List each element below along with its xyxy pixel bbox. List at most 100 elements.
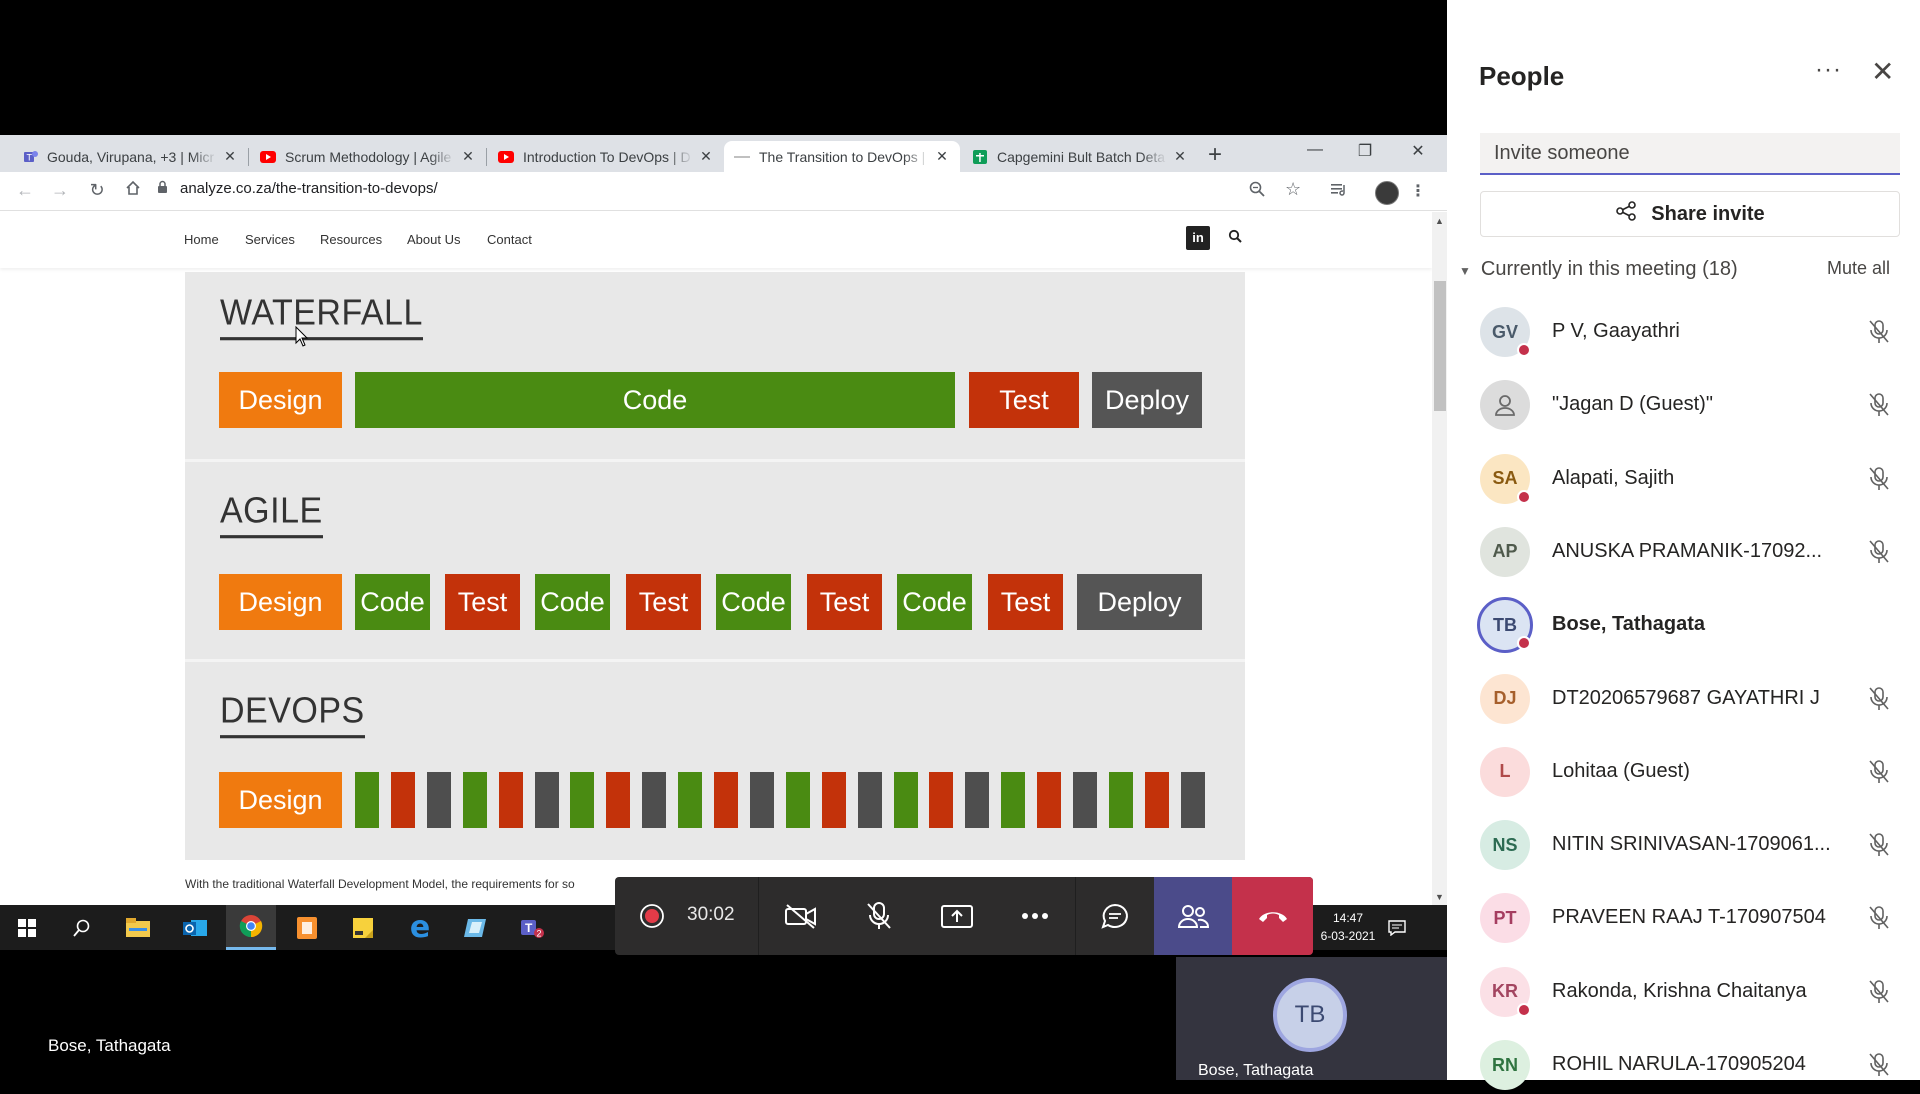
back-icon[interactable]: ← (14, 180, 36, 200)
media-queue-icon[interactable] (1330, 181, 1348, 202)
site-nav-resources[interactable]: Resources (320, 232, 382, 247)
participant-row[interactable]: GV P V, Gaayathri (1480, 303, 1900, 361)
page-scrollbar[interactable]: ▲ ▼ (1432, 212, 1447, 905)
participant-row[interactable]: "Jagan D (Guest)" (1480, 376, 1900, 434)
close-icon[interactable]: ✕ (1172, 148, 1188, 164)
mic-muted-icon[interactable] (1868, 539, 1890, 570)
mic-muted-icon[interactable] (1868, 392, 1890, 423)
system-clock[interactable]: 14:47 6-03-2021 (1318, 909, 1378, 945)
close-icon[interactable]: ✕ (698, 148, 714, 164)
in-meeting-section-header[interactable]: ▼ Currently in this meeting (18) (1459, 258, 1738, 281)
mic-muted-icon[interactable] (1868, 319, 1890, 350)
powerpoint-icon[interactable] (282, 905, 332, 950)
new-tab-button[interactable]: + (1208, 143, 1222, 167)
site-nav-services[interactable]: Services (245, 232, 295, 247)
devops-test-stripe (498, 772, 523, 828)
mic-muted-icon[interactable] (1868, 1052, 1890, 1083)
invite-someone-input[interactable] (1480, 133, 1900, 175)
teams-taskbar-icon[interactable]: T2 (507, 905, 557, 950)
kebab-menu-icon[interactable]: ⋮ (1410, 181, 1426, 201)
zoom-icon[interactable] (1249, 181, 1265, 202)
devops-code-stripe (893, 772, 918, 828)
participant-initials: KR (1492, 981, 1518, 1002)
participant-row[interactable]: DJ DT20206579687 GAYATHRI J (1480, 670, 1900, 728)
close-icon[interactable]: ✕ (1871, 58, 1894, 86)
participant-row[interactable]: AP ANUSKA PRAMANIK-17092... (1480, 523, 1900, 581)
forward-icon[interactable]: → (49, 180, 71, 200)
participant-name: P V, Gaayathri (1552, 320, 1680, 342)
participant-row[interactable]: RN ROHIL NARULA-170905204 (1480, 1036, 1900, 1094)
site-nav-about[interactable]: About Us (407, 232, 460, 247)
mic-muted-icon[interactable] (1868, 466, 1890, 497)
search-icon[interactable] (57, 905, 107, 950)
home-icon[interactable] (122, 180, 144, 200)
restore-icon[interactable]: ❐ (1350, 141, 1380, 161)
sticky-notes-icon[interactable] (338, 905, 388, 950)
chat-button[interactable] (1077, 877, 1152, 955)
browser-tab[interactable]: Introduction To DevOps | D ✕ (488, 141, 724, 172)
participant-row[interactable]: TB Bose, Tathagata (1477, 596, 1900, 654)
reload-icon[interactable]: ↻ (86, 180, 108, 200)
site-nav-home[interactable]: Home (184, 232, 219, 247)
devops-gray-stripe (1073, 772, 1097, 828)
close-icon[interactable]: ✕ (460, 148, 476, 164)
clock-date: 6-03-2021 (1320, 929, 1376, 943)
close-icon[interactable]: ✕ (934, 148, 950, 164)
mic-muted-icon[interactable] (1868, 832, 1890, 863)
mic-muted-icon[interactable] (1868, 905, 1890, 936)
mic-muted-icon[interactable] (1868, 979, 1890, 1010)
scroll-down-icon[interactable]: ▼ (1435, 892, 1444, 902)
camera-off-button[interactable] (765, 877, 837, 955)
browser-tab-active[interactable]: The Transition to DevOps | ✕ (724, 141, 960, 172)
mic-muted-icon[interactable] (1868, 759, 1890, 790)
more-options-icon[interactable]: ··· (1815, 56, 1842, 84)
microphone-muted-button[interactable] (843, 877, 915, 955)
file-explorer-icon[interactable] (113, 905, 163, 950)
share-invite-button[interactable]: Share invite (1480, 191, 1900, 237)
profile-avatar[interactable] (1375, 181, 1399, 205)
participant-row[interactable]: PT PRAVEEN RAAJ T-170907504 (1480, 889, 1900, 947)
waterfall-heading: WATERFALL (220, 293, 423, 341)
browser-tab[interactable]: Capgemini Bult Batch Deta ✕ (962, 141, 1198, 172)
more-actions-button[interactable] (999, 877, 1071, 955)
participant-initials: AP (1492, 541, 1518, 562)
mute-all-button[interactable]: Mute all (1827, 258, 1890, 279)
edge-icon[interactable]: e (395, 905, 445, 950)
scrollbar-thumb[interactable] (1434, 281, 1446, 411)
tab-label: The Transition to DevOps | (759, 148, 926, 165)
devops-code-stripe (1001, 772, 1026, 828)
mouse-cursor-icon (295, 326, 309, 347)
participants-button[interactable] (1154, 877, 1232, 955)
search-icon[interactable] (1228, 229, 1242, 246)
close-window-icon[interactable]: ✕ (1403, 141, 1433, 161)
mic-muted-icon[interactable] (1868, 686, 1890, 717)
site-nav-contact[interactable]: Contact (487, 232, 532, 247)
app-icon[interactable] (451, 905, 501, 950)
minimize-icon[interactable]: — (1300, 141, 1330, 159)
devops-gray-stripe (965, 772, 990, 828)
participant-row[interactable]: KR Rakonda, Krishna Chaitanya (1480, 963, 1900, 1021)
leave-call-button[interactable] (1232, 877, 1313, 955)
agile-band: AGILE Design Code Test Code Test Code Te… (185, 459, 1245, 642)
scroll-up-icon[interactable]: ▲ (1435, 216, 1444, 226)
close-icon[interactable]: ✕ (222, 148, 238, 164)
bookmark-star-icon[interactable]: ☆ (1285, 179, 1301, 200)
outlook-icon[interactable] (170, 905, 220, 950)
participant-row[interactable]: L Lohitaa (Guest) (1480, 743, 1900, 801)
participant-row[interactable]: NS NITIN SRINIVASAN-1709061... (1480, 816, 1900, 874)
participant-row[interactable]: SA Alapati, Sajith (1480, 450, 1900, 508)
browser-tab[interactable]: Scrum Methodology | Agile ✕ (250, 141, 486, 172)
participant-name: Alapati, Sajith (1552, 466, 1675, 489)
address-bar[interactable]: analyze.co.za/the-transition-to-devops/ (157, 180, 438, 197)
devops-code-stripe (678, 772, 703, 828)
windows-start-icon[interactable] (2, 905, 52, 950)
participant-initials: SA (1492, 468, 1518, 489)
participant-name: DT20206579687 GAYATHRI J (1552, 686, 1820, 709)
notification-center-icon[interactable] (1372, 905, 1422, 950)
chrome-icon[interactable] (226, 905, 276, 950)
participant-avatar: RN (1480, 1040, 1530, 1090)
linkedin-icon[interactable]: in (1186, 226, 1210, 250)
share-screen-button[interactable] (921, 877, 993, 955)
devops-test-stripe (606, 772, 631, 828)
browser-tab[interactable]: T Gouda, Virupana, +3 | Micr ✕ (12, 141, 248, 172)
